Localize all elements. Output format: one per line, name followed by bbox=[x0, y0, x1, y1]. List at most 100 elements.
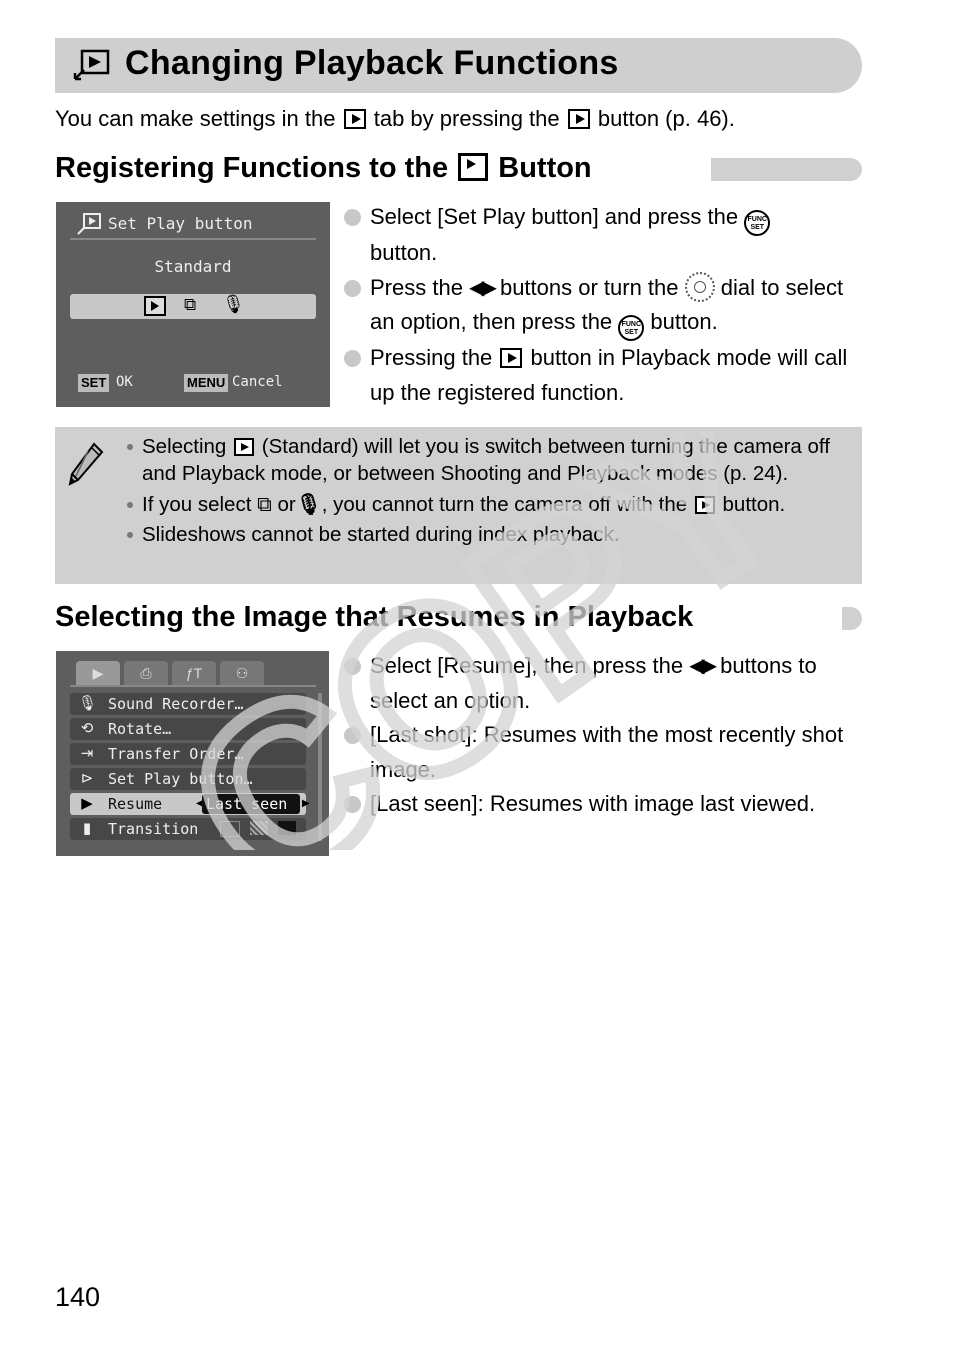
bullet-dot bbox=[127, 502, 133, 508]
selected-option-label: Standard bbox=[154, 257, 232, 276]
step-text: buttons or turn the bbox=[499, 274, 679, 300]
note-text: button. bbox=[722, 493, 786, 516]
playback-icon bbox=[343, 109, 366, 129]
menu-item-label: Resume bbox=[108, 795, 163, 813]
pencil-icon bbox=[68, 442, 104, 486]
playback-icon bbox=[234, 438, 255, 456]
playback-tab[interactable]: ▶ bbox=[76, 661, 120, 685]
page-number: 140 bbox=[55, 1282, 101, 1312]
note-text: , you cannot turn the camera off with th… bbox=[321, 493, 688, 516]
bullet-dot bbox=[344, 209, 361, 226]
my-camera-tab[interactable]: ⚇ bbox=[220, 661, 264, 685]
step: Select [Resume], then press the ◀▶ butto… bbox=[342, 649, 862, 718]
note-item: Slideshows cannot be started during inde… bbox=[125, 521, 855, 548]
bullet-dot bbox=[344, 279, 361, 297]
heading-bar bbox=[842, 607, 862, 630]
rotate-icon: ⟲ bbox=[80, 720, 94, 737]
transition-off-icon bbox=[220, 821, 240, 837]
note-item: If you select ⧉ or🎙︎, you cannot turn th… bbox=[125, 491, 855, 518]
scrollbar[interactable] bbox=[318, 693, 322, 841]
menu-item-resume[interactable]: ▶ Resume ◀ Last seen ▶ bbox=[70, 793, 310, 815]
intro-part: button (p. 46). bbox=[597, 106, 735, 131]
heading-part: Registering Functions to the bbox=[55, 152, 449, 184]
step-text: Select [Resume], then press the bbox=[370, 653, 684, 678]
section-heading-register: Registering Functions to the Button bbox=[55, 152, 592, 185]
slideshow-icon: ⧉ bbox=[257, 493, 272, 516]
set-play-icon: ⊳ bbox=[80, 770, 94, 787]
right-arrow-icon[interactable]: ▶ bbox=[302, 793, 310, 815]
menu-item-label: Transfer Order… bbox=[108, 745, 244, 763]
bullet-dot bbox=[127, 532, 133, 538]
note-text: Slideshows cannot be started during inde… bbox=[142, 523, 620, 546]
func-set-button-icon: FUNC SET bbox=[618, 315, 645, 341]
step-text: button. bbox=[370, 240, 438, 265]
intro-part: tab by pressing the bbox=[373, 106, 560, 131]
step: [Last shot]: Resumes with the most recen… bbox=[342, 718, 862, 787]
menu-item-sound-recorder[interactable]: 🎙︎ Sound Recorder… bbox=[70, 693, 306, 715]
playback-icon bbox=[567, 109, 590, 129]
heading-part: Button bbox=[498, 152, 592, 184]
control-dial-icon bbox=[684, 271, 715, 302]
bullet-dot bbox=[344, 350, 361, 367]
bullet-dot bbox=[344, 796, 361, 813]
menu-item-rotate[interactable]: ⟲ Rotate… bbox=[70, 718, 306, 740]
step: Select [Set Play button] and press the F… bbox=[342, 200, 862, 271]
func-set-button-icon: FUNC SET bbox=[744, 210, 771, 236]
section-heading-resume: Selecting the Image that Resumes in Play… bbox=[55, 601, 694, 633]
transfer-icon: ⇥ bbox=[80, 745, 94, 762]
menu-item-set-play-button[interactable]: ⊳ Set Play button… bbox=[70, 768, 306, 790]
note-list: Selecting (Standard) will let you is swi… bbox=[125, 433, 855, 548]
bullet-dot bbox=[344, 658, 361, 675]
camera-screen-resume-menu: ▶ ⎙ ƒT ⚇ 🎙︎ Sound Recorder… ⟲ Rotate… ⇥ … bbox=[56, 651, 329, 856]
step: Press the ◀▶ buttons or turn the dial to… bbox=[342, 271, 862, 341]
step: [Last seen]: Resumes with image last vie… bbox=[342, 787, 862, 822]
bullet-dot bbox=[127, 444, 133, 450]
step-text: Press the bbox=[370, 274, 463, 300]
set-label: SET bbox=[624, 329, 639, 336]
step-text: [Last seen]: Resumes with image last vie… bbox=[370, 791, 816, 816]
func-label: FUNC bbox=[747, 216, 767, 223]
playback-icon bbox=[500, 348, 523, 368]
microphone-icon: 🎙︎ bbox=[295, 493, 322, 516]
note-text: or bbox=[277, 493, 296, 516]
transition-slide-icon bbox=[278, 821, 296, 835]
divider bbox=[70, 238, 316, 240]
option-sound-recorder-icon[interactable]: 🎙︎ bbox=[222, 294, 245, 315]
option-playback-icon[interactable] bbox=[144, 296, 166, 316]
page-title: Changing Playback Functions bbox=[125, 44, 619, 82]
steps-resume: Select [Resume], then press the ◀▶ butto… bbox=[342, 649, 862, 822]
menu-item-label: Rotate… bbox=[108, 720, 172, 738]
set-play-icon bbox=[77, 213, 101, 235]
playback-icon bbox=[458, 153, 489, 181]
bullet-dot bbox=[344, 727, 361, 744]
resume-value[interactable]: Last seen bbox=[202, 794, 300, 814]
menu-item-label: Set Play button… bbox=[108, 770, 253, 788]
resume-icon: ▶ bbox=[81, 795, 93, 812]
transition-icon: ▮ bbox=[82, 820, 92, 837]
left-right-arrows-icon: ◀▶ bbox=[469, 276, 497, 299]
heading-bar bbox=[711, 158, 862, 181]
step: Pressing the button in Playback mode wil… bbox=[342, 341, 862, 410]
note-text: Selecting bbox=[142, 435, 227, 458]
divider bbox=[70, 685, 316, 687]
setup-tab[interactable]: ƒT bbox=[172, 661, 216, 685]
print-tab[interactable]: ⎙ bbox=[124, 661, 168, 685]
option-slideshow-icon[interactable]: ⧉ bbox=[184, 295, 196, 315]
set-play-icon bbox=[73, 49, 110, 81]
menu-item-transition[interactable]: ▮ Transition bbox=[70, 818, 306, 840]
intro-text: You can make settings in the tab by pres… bbox=[55, 106, 735, 132]
step-text: [Last shot]: Resumes with the most recen… bbox=[370, 722, 844, 782]
menu-item-transfer-order[interactable]: ⇥ Transfer Order… bbox=[70, 743, 306, 765]
playback-icon bbox=[694, 496, 715, 514]
transition-fade-icon bbox=[250, 821, 268, 835]
steps-register: Select [Set Play button] and press the F… bbox=[342, 200, 862, 410]
camera-screen-set-play: Set Play button Standard ⧉ 🎙︎ SET OK MEN… bbox=[56, 202, 330, 407]
menu-key: MENU bbox=[184, 374, 229, 392]
set-key: SET bbox=[78, 374, 110, 392]
cancel-label: Cancel bbox=[232, 374, 283, 390]
screen-title: Set Play button bbox=[108, 214, 253, 233]
step-text: Select [Set Play button] and press the bbox=[370, 204, 739, 229]
option-strip[interactable]: ⧉ 🎙︎ bbox=[70, 294, 316, 319]
func-label: FUNC bbox=[621, 321, 642, 328]
intro-part: You can make settings in the bbox=[55, 106, 336, 131]
